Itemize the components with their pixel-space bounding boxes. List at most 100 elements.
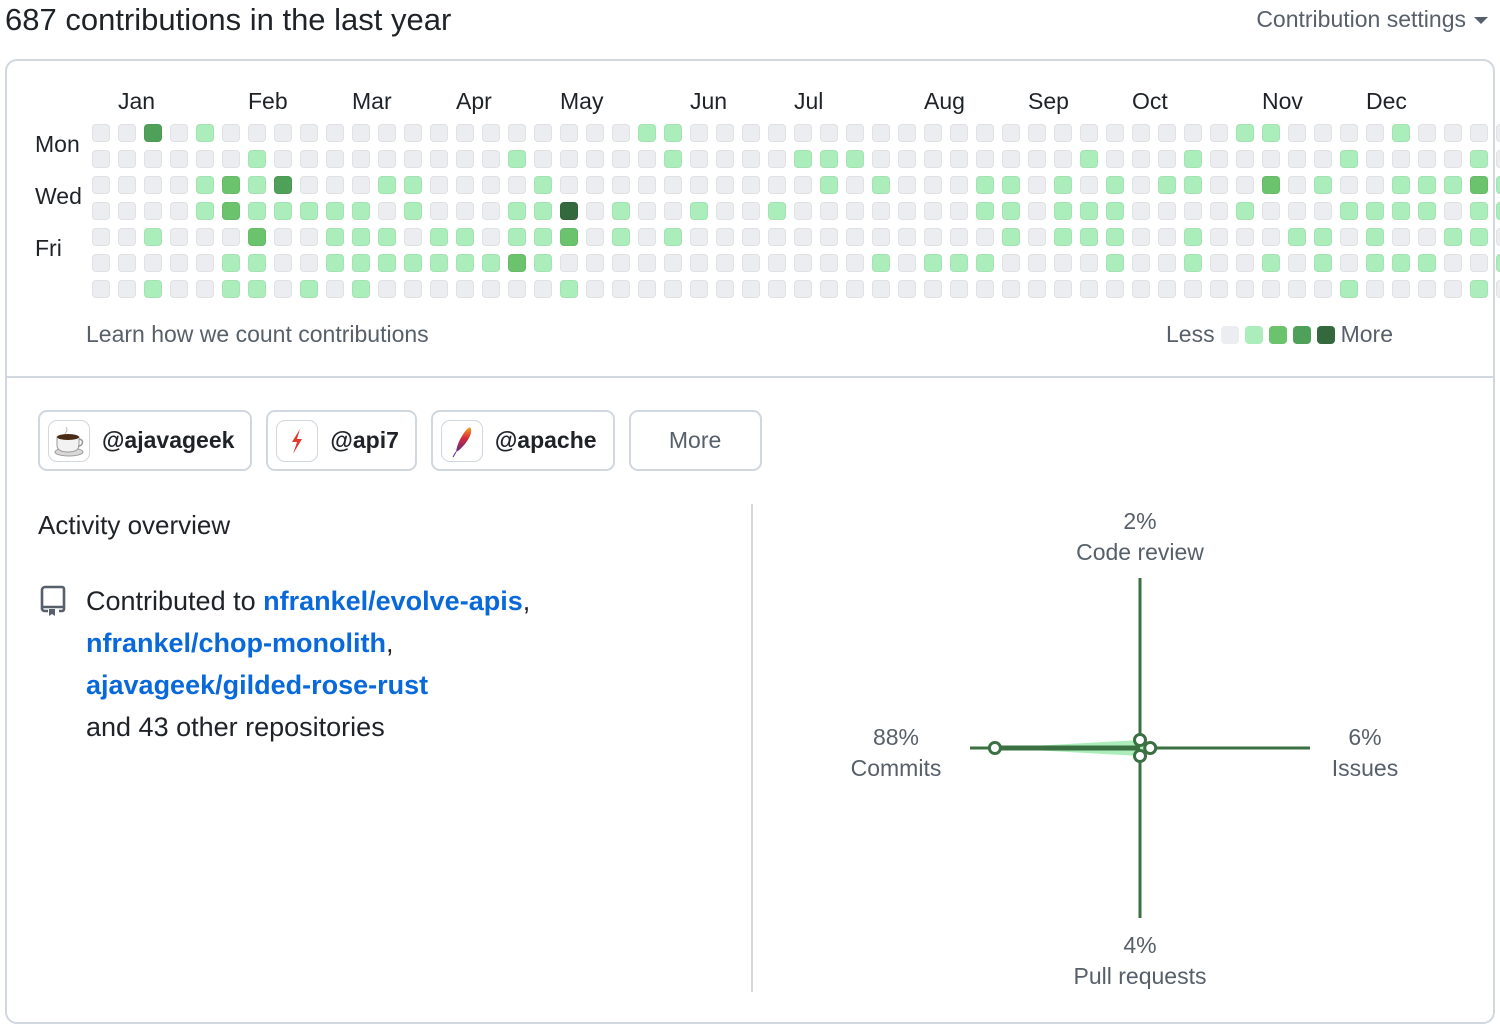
contribution-day-cell[interactable]: [352, 228, 370, 246]
contribution-day-cell[interactable]: [534, 228, 552, 246]
contribution-day-cell[interactable]: [742, 254, 760, 272]
contribution-day-cell[interactable]: [1392, 150, 1410, 168]
contribution-day-cell[interactable]: [196, 176, 214, 194]
contribution-day-cell[interactable]: [794, 228, 812, 246]
contribution-day-cell[interactable]: [1002, 150, 1020, 168]
org-button-apache[interactable]: @apache: [430, 410, 615, 471]
contribution-day-cell[interactable]: [794, 254, 812, 272]
contribution-day-cell[interactable]: [1496, 202, 1500, 220]
contribution-day-cell[interactable]: [248, 124, 266, 142]
contribution-day-cell[interactable]: [92, 228, 110, 246]
contribution-day-cell[interactable]: [664, 202, 682, 220]
contribution-day-cell[interactable]: [664, 150, 682, 168]
contribution-day-cell[interactable]: [1496, 254, 1500, 272]
contribution-day-cell[interactable]: [352, 202, 370, 220]
contribution-day-cell[interactable]: [768, 228, 786, 246]
contribution-day-cell[interactable]: [794, 280, 812, 298]
contribution-day-cell[interactable]: [1288, 202, 1306, 220]
contribution-day-cell[interactable]: [1132, 228, 1150, 246]
repo-link-evolve-apis[interactable]: nfrankel/evolve-apis: [263, 586, 523, 616]
contribution-day-cell[interactable]: [1236, 150, 1254, 168]
contribution-day-cell[interactable]: [1288, 124, 1306, 142]
contribution-day-cell[interactable]: [1080, 176, 1098, 194]
contribution-day-cell[interactable]: [430, 228, 448, 246]
contribution-day-cell[interactable]: [716, 176, 734, 194]
contribution-day-cell[interactable]: [1028, 150, 1046, 168]
contribution-day-cell[interactable]: [456, 280, 474, 298]
contribution-day-cell[interactable]: [612, 176, 630, 194]
contribution-day-cell[interactable]: [144, 150, 162, 168]
contribution-day-cell[interactable]: [638, 280, 656, 298]
contribution-day-cell[interactable]: [560, 176, 578, 194]
contribution-day-cell[interactable]: [1340, 228, 1358, 246]
contribution-day-cell[interactable]: [92, 124, 110, 142]
contribution-day-cell[interactable]: [430, 176, 448, 194]
contribution-day-cell[interactable]: [534, 150, 552, 168]
contribution-day-cell[interactable]: [690, 202, 708, 220]
contribution-day-cell[interactable]: [638, 254, 656, 272]
contribution-day-cell[interactable]: [378, 124, 396, 142]
contribution-day-cell[interactable]: [170, 124, 188, 142]
contribution-day-cell[interactable]: [1132, 280, 1150, 298]
contribution-day-cell[interactable]: [794, 202, 812, 220]
contribution-day-cell[interactable]: [430, 124, 448, 142]
contribution-day-cell[interactable]: [1002, 202, 1020, 220]
contribution-day-cell[interactable]: [1210, 150, 1228, 168]
contribution-day-cell[interactable]: [1236, 228, 1254, 246]
contribution-day-cell[interactable]: [1444, 280, 1462, 298]
contribution-day-cell[interactable]: [612, 124, 630, 142]
contribution-day-cell[interactable]: [300, 202, 318, 220]
org-button-api7[interactable]: @api7: [266, 410, 417, 471]
contribution-day-cell[interactable]: [976, 176, 994, 194]
contribution-day-cell[interactable]: [1236, 280, 1254, 298]
contribution-day-cell[interactable]: [1184, 280, 1202, 298]
contribution-day-cell[interactable]: [118, 254, 136, 272]
contribution-day-cell[interactable]: [534, 254, 552, 272]
contribution-day-cell[interactable]: [1340, 150, 1358, 168]
contribution-day-cell[interactable]: [352, 280, 370, 298]
contribution-day-cell[interactable]: [1288, 228, 1306, 246]
contribution-day-cell[interactable]: [430, 202, 448, 220]
contribution-day-cell[interactable]: [144, 228, 162, 246]
contribution-day-cell[interactable]: [144, 124, 162, 142]
contribution-day-cell[interactable]: [820, 254, 838, 272]
contribution-day-cell[interactable]: [1392, 280, 1410, 298]
contribution-day-cell[interactable]: [326, 202, 344, 220]
contribution-day-cell[interactable]: [508, 280, 526, 298]
contribution-day-cell[interactable]: [482, 202, 500, 220]
contribution-day-cell[interactable]: [482, 176, 500, 194]
contribution-day-cell[interactable]: [1340, 202, 1358, 220]
contribution-day-cell[interactable]: [274, 254, 292, 272]
contribution-day-cell[interactable]: [586, 280, 604, 298]
contribution-day-cell[interactable]: [898, 254, 916, 272]
contribution-day-cell[interactable]: [378, 280, 396, 298]
contribution-day-cell[interactable]: [898, 124, 916, 142]
contribution-day-cell[interactable]: [1106, 254, 1124, 272]
contribution-day-cell[interactable]: [248, 254, 266, 272]
contribution-day-cell[interactable]: [1470, 254, 1488, 272]
contribution-day-cell[interactable]: [300, 254, 318, 272]
contribution-day-cell[interactable]: [794, 124, 812, 142]
contribution-day-cell[interactable]: [248, 202, 266, 220]
contribution-day-cell[interactable]: [1418, 124, 1436, 142]
contribution-day-cell[interactable]: [170, 202, 188, 220]
contribution-day-cell[interactable]: [534, 176, 552, 194]
contribution-day-cell[interactable]: [1132, 254, 1150, 272]
contribution-day-cell[interactable]: [690, 124, 708, 142]
contribution-day-cell[interactable]: [716, 228, 734, 246]
contribution-day-cell[interactable]: [742, 280, 760, 298]
contribution-day-cell[interactable]: [742, 176, 760, 194]
contribution-day-cell[interactable]: [430, 280, 448, 298]
contribution-day-cell[interactable]: [196, 280, 214, 298]
contribution-day-cell[interactable]: [1262, 150, 1280, 168]
contribution-day-cell[interactable]: [118, 124, 136, 142]
contribution-day-cell[interactable]: [1184, 254, 1202, 272]
contribution-day-cell[interactable]: [1392, 176, 1410, 194]
contribution-day-cell[interactable]: [1496, 124, 1500, 142]
contribution-day-cell[interactable]: [118, 280, 136, 298]
contribution-day-cell[interactable]: [1314, 254, 1332, 272]
learn-how-we-count-link[interactable]: Learn how we count contributions: [86, 321, 429, 348]
contribution-day-cell[interactable]: [560, 202, 578, 220]
contribution-day-cell[interactable]: [1288, 280, 1306, 298]
contribution-day-cell[interactable]: [196, 150, 214, 168]
